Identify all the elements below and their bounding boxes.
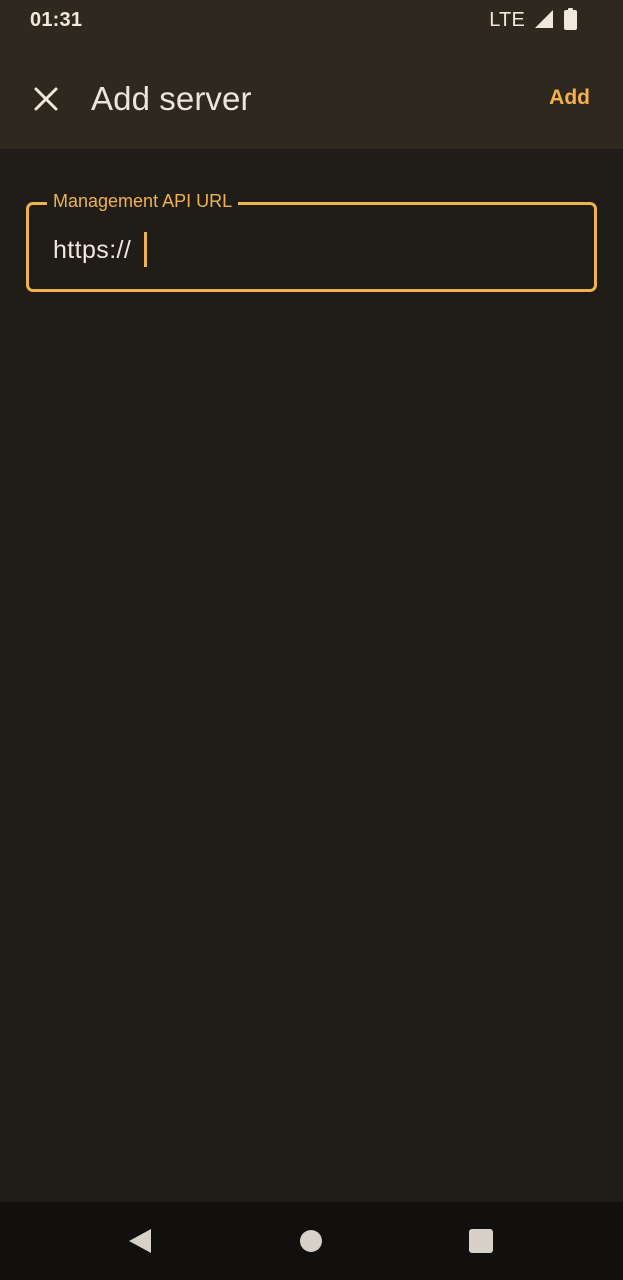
status-bar: 01:31 LTE [0, 0, 623, 40]
text-cursor [144, 232, 147, 267]
page-title: Add server [91, 80, 252, 117]
back-icon[interactable] [126, 1226, 156, 1256]
close-icon [34, 87, 58, 111]
app-bar: Add server Add [0, 48, 623, 149]
management-api-url-field[interactable]: Management API URL https:// [26, 191, 597, 292]
add-button[interactable]: Add [549, 86, 590, 110]
cellular-signal-icon [535, 10, 553, 28]
battery-full-icon [564, 8, 577, 30]
management-api-url-value[interactable]: https:// [53, 234, 131, 266]
home-icon[interactable] [296, 1226, 326, 1256]
add-server-screen: 01:31 LTE Add server Add Management API … [0, 0, 623, 1280]
navigation-bar [0, 1202, 623, 1280]
management-api-url-label: Management API URL [47, 191, 239, 211]
recents-icon[interactable] [466, 1226, 496, 1256]
status-time: 01:31 [30, 9, 83, 31]
network-type: LTE [489, 9, 525, 31]
close-button[interactable] [25, 78, 67, 120]
